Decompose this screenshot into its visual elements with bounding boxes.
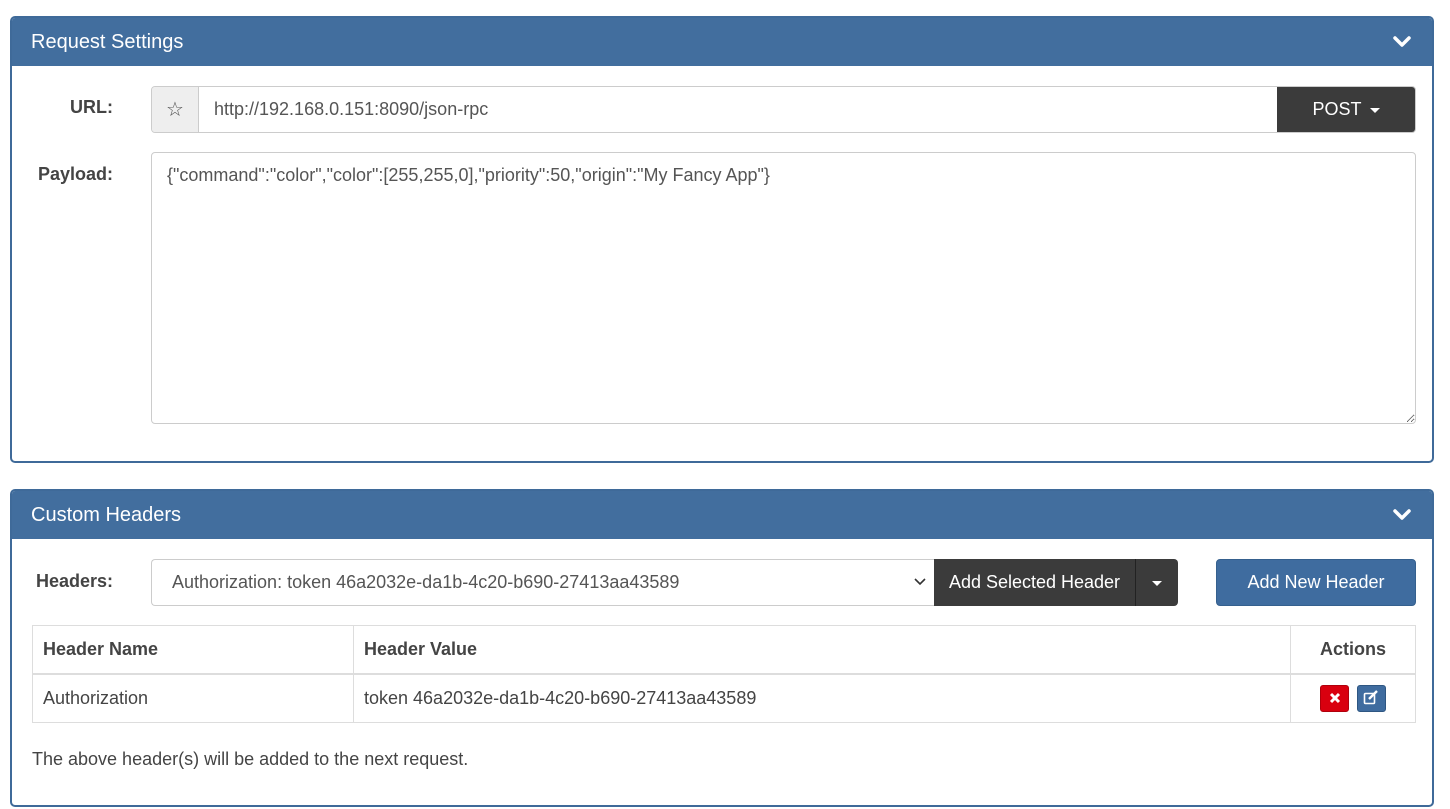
request-settings-panel: Request Settings URL: ☆ POST Payload: {"…: [10, 16, 1434, 463]
chevron-down-icon[interactable]: [1392, 34, 1412, 50]
request-settings-title: Request Settings: [31, 31, 184, 53]
headers-table: Header Name Header Value Actions Authori…: [32, 625, 1416, 723]
custom-headers-panel: Custom Headers Headers: Authorization: t…: [10, 489, 1434, 807]
payload-label: Payload:: [37, 164, 113, 184]
close-icon: [1329, 693, 1341, 704]
headers-select[interactable]: Authorization: token 46a2032e-da1b-4c20-…: [151, 559, 935, 606]
chevron-down-icon: [914, 578, 926, 586]
caret-down-icon: [1152, 581, 1162, 586]
headers-note: The above header(s) will be added to the…: [32, 749, 469, 769]
header-value-cell: token 46a2032e-da1b-4c20-b690-27413aa435…: [353, 673, 1291, 723]
edit-header-button[interactable]: [1356, 684, 1386, 712]
method-label: POST: [1312, 99, 1362, 119]
payload-textarea[interactable]: {"command":"color","color":[255,255,0],"…: [151, 152, 1416, 424]
chevron-down-icon[interactable]: [1392, 507, 1412, 523]
edit-icon: [1363, 690, 1378, 705]
custom-headers-header[interactable]: Custom Headers: [12, 491, 1432, 539]
custom-headers-title: Custom Headers: [31, 504, 182, 526]
method-dropdown-button[interactable]: POST: [1277, 87, 1415, 132]
url-label: URL:: [70, 97, 113, 117]
column-header-actions: Actions: [1290, 625, 1416, 675]
add-new-header-button[interactable]: Add New Header: [1216, 559, 1416, 606]
headers-label: Headers:: [35, 571, 113, 591]
table-header-row: Header Name Header Value Actions: [32, 625, 1416, 675]
header-name-cell: Authorization: [32, 673, 354, 723]
actions-cell: [1290, 673, 1416, 723]
add-selected-header-button[interactable]: Add Selected Header: [934, 559, 1136, 606]
url-input[interactable]: [199, 87, 1277, 132]
caret-down-icon: [1369, 108, 1380, 113]
column-header-name: Header Name: [32, 625, 354, 675]
column-header-value: Header Value: [353, 625, 1291, 675]
request-settings-header[interactable]: Request Settings: [12, 18, 1432, 66]
headers-select-value: Authorization: token 46a2032e-da1b-4c20-…: [172, 572, 680, 592]
add-selected-header-dropdown[interactable]: [1136, 559, 1178, 606]
star-icon[interactable]: ☆: [152, 87, 199, 132]
delete-header-button[interactable]: [1320, 684, 1350, 712]
table-row: Authorization token 46a2032e-da1b-4c20-b…: [32, 673, 1416, 723]
url-input-group: ☆ POST: [151, 86, 1416, 133]
